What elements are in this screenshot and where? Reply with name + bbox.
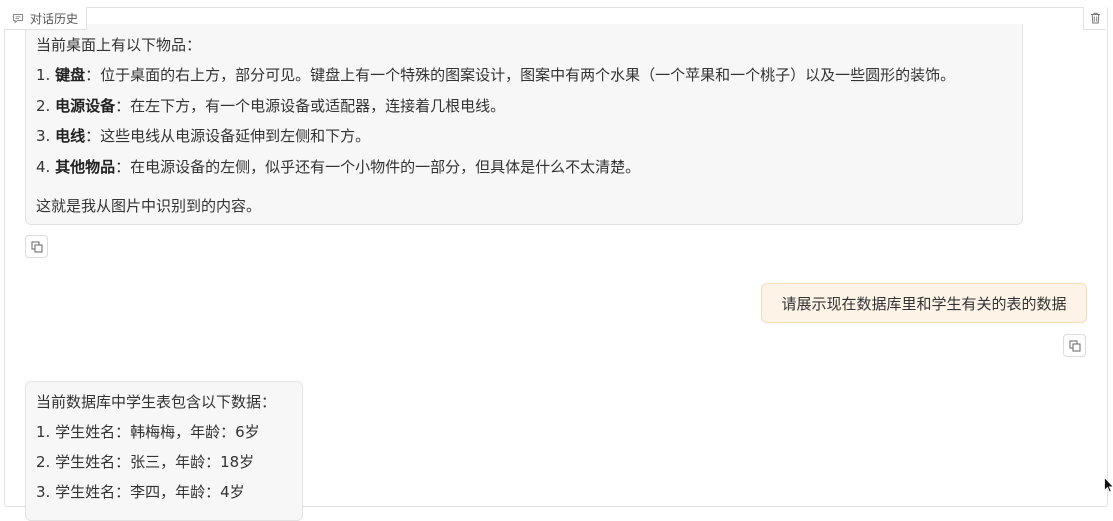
list-item: 2. 学生姓名：张三，年龄：18岁 bbox=[36, 453, 255, 471]
message-outro: 这就是我从图片中识别到的内容。 bbox=[36, 197, 262, 215]
copy-icon bbox=[31, 241, 42, 252]
message-intro: 当前桌面上有以下物品： bbox=[36, 36, 202, 54]
copy-button[interactable] bbox=[25, 235, 48, 258]
assistant-message: 当前桌面上有以下物品： 1. 键盘：位于桌面的右上方，部分可见。键盘上有一个特殊… bbox=[25, 24, 1023, 225]
user-message-text: 请展示现在数据库里和学生有关的表的数据 bbox=[781, 294, 1067, 313]
list-item: 3. 电线：这些电线从电源设备延伸到左侧和下方。 bbox=[36, 127, 371, 145]
list-item: 2. 电源设备：在左下方，有一个电源设备或适配器，连接着几根电线。 bbox=[36, 96, 506, 115]
list-item: 3. 学生姓名：李四，年龄：4岁 bbox=[36, 483, 245, 501]
trash-icon bbox=[1090, 12, 1100, 24]
mouse-cursor-icon bbox=[1104, 477, 1113, 493]
message-intro: 当前数据库中学生表包含以下数据： bbox=[36, 393, 277, 411]
copy-icon bbox=[1069, 340, 1080, 351]
chat-history-label: 对话历史 bbox=[30, 11, 79, 26]
list-item: 1. 学生姓名：韩梅梅，年龄：6岁 bbox=[36, 423, 260, 441]
list-item: 1. 键盘：位于桌面的右上方，部分可见。键盘上有一个特殊的图案设计，图案中有两个… bbox=[36, 66, 956, 84]
copy-button[interactable] bbox=[1063, 334, 1086, 357]
user-message: 请展示现在数据库里和学生有关的表的数据 bbox=[761, 283, 1087, 323]
clear-history-button[interactable] bbox=[1083, 7, 1106, 30]
assistant-message: 当前数据库中学生表包含以下数据： 1. 学生姓名：韩梅梅，年龄：6岁 2. 学生… bbox=[25, 381, 303, 521]
chat-history-tab[interactable]: 对话历史 bbox=[4, 7, 87, 30]
list-item: 4. 其他物品：在电源设备的左侧，似乎还有一个小物件的一部分，但具体是什么不太清… bbox=[36, 157, 641, 176]
chat-history-icon bbox=[13, 13, 23, 24]
